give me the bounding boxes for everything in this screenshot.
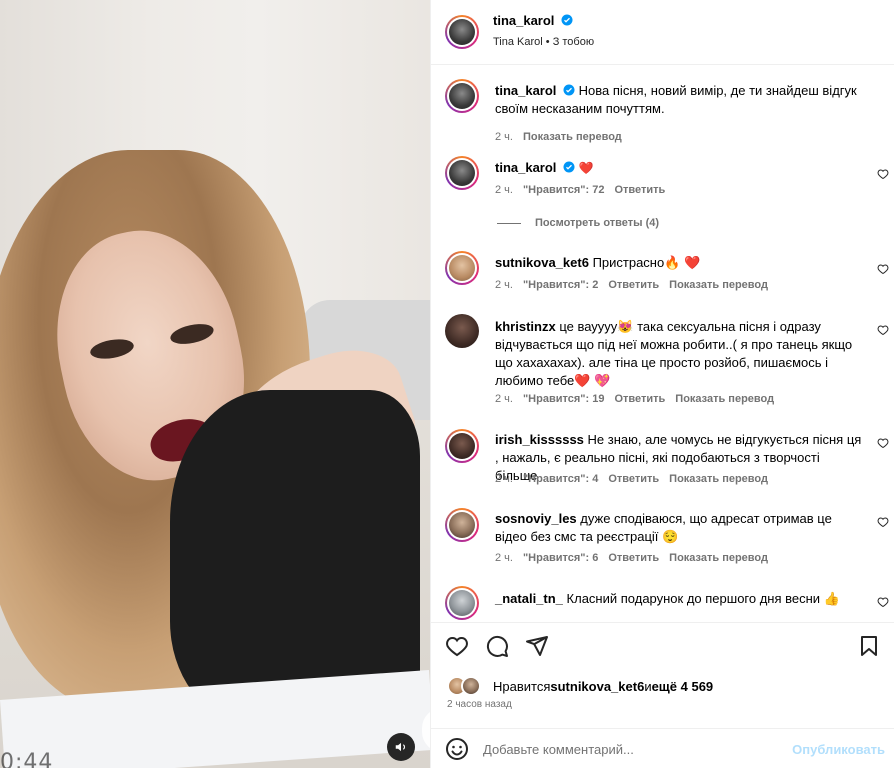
avatar[interactable] bbox=[445, 429, 479, 463]
show-translation-link[interactable]: Показать перевод bbox=[675, 393, 774, 405]
comment-text: Пристрасно🔥 ❤️ bbox=[592, 255, 701, 270]
save-bookmark-icon[interactable] bbox=[857, 634, 881, 658]
like-heart-icon[interactable] bbox=[445, 634, 469, 658]
avatar[interactable] bbox=[445, 251, 479, 285]
video-timecode: 0:44 bbox=[0, 750, 54, 768]
likers-avatars bbox=[447, 676, 487, 696]
comments-list[interactable]: tina_karol Нова пісня, новий вимір, де т… bbox=[431, 66, 894, 622]
like-comment-heart-icon[interactable] bbox=[877, 516, 889, 528]
reply-button[interactable]: Ответить bbox=[608, 279, 659, 291]
comment-time: 2 ч. bbox=[495, 473, 513, 485]
verified-badge-icon bbox=[563, 84, 575, 96]
show-translation-link[interactable]: Показать перевод bbox=[669, 552, 768, 564]
reply-button[interactable]: Ответить bbox=[608, 473, 659, 485]
avatar[interactable] bbox=[445, 586, 479, 620]
comment-likes[interactable]: "Нравится": 4 bbox=[523, 473, 598, 485]
comment-username[interactable]: sutnikova_ket6 bbox=[495, 255, 589, 270]
comment-time: 2 ч. bbox=[495, 131, 513, 143]
add-comment-bar: Опубликовать bbox=[431, 728, 894, 768]
view-replies-button[interactable]: Посмотреть ответы (4) bbox=[497, 217, 659, 229]
comment-username[interactable]: _natali_tn_ bbox=[495, 591, 563, 606]
verified-badge-icon bbox=[563, 161, 575, 173]
replies-divider bbox=[497, 222, 521, 224]
verified-badge-icon bbox=[561, 14, 573, 26]
comment-time: 2 ч. bbox=[495, 393, 513, 405]
like-comment-heart-icon[interactable] bbox=[877, 596, 889, 608]
likes-user-link[interactable]: sutnikova_ket6 bbox=[550, 679, 644, 694]
comment-text: ❤️ bbox=[578, 161, 594, 175]
likes-summary[interactable]: Нравится sutnikova_ket6 и ещё 4 569 bbox=[447, 676, 713, 696]
avatar[interactable] bbox=[445, 79, 479, 113]
author-username[interactable]: tina_karol bbox=[493, 13, 554, 28]
post-media-video[interactable]: 0:44 bbox=[0, 0, 430, 768]
sound-toggle-button[interactable] bbox=[387, 733, 415, 761]
comment-time: 2 ч. bbox=[495, 552, 513, 564]
likes-prefix: Нравится bbox=[493, 678, 551, 694]
liker-avatar bbox=[461, 676, 481, 696]
likes-middle: и bbox=[644, 678, 652, 694]
show-translation-link[interactable]: Показать перевод bbox=[523, 131, 622, 143]
show-translation-link[interactable]: Показать перевод bbox=[669, 279, 768, 291]
comment-likes[interactable]: "Нравится": 72 bbox=[523, 184, 604, 196]
volume-icon bbox=[395, 742, 406, 752]
comment-username[interactable]: irish_kissssss bbox=[495, 432, 584, 447]
reply-button[interactable]: Ответить bbox=[614, 184, 665, 196]
avatar[interactable] bbox=[445, 314, 479, 348]
comment-username[interactable]: khristinzx bbox=[495, 319, 556, 334]
author-avatar[interactable] bbox=[445, 15, 479, 49]
avatar[interactable] bbox=[445, 156, 479, 190]
like-comment-heart-icon[interactable] bbox=[877, 437, 889, 449]
comment-bubble-icon[interactable] bbox=[485, 634, 509, 658]
comment-input[interactable] bbox=[483, 738, 813, 760]
like-comment-heart-icon[interactable] bbox=[877, 168, 889, 180]
emoji-picker-icon[interactable] bbox=[445, 737, 469, 761]
post-timestamp[interactable]: 2 часов назад bbox=[447, 699, 512, 710]
like-comment-heart-icon[interactable] bbox=[877, 263, 889, 275]
reply-button[interactable]: Ответить bbox=[614, 393, 665, 405]
video-subject-clothing bbox=[170, 390, 420, 720]
comment-likes[interactable]: "Нравится": 19 bbox=[523, 393, 604, 405]
show-translation-link[interactable]: Показать перевод bbox=[669, 473, 768, 485]
comment-time: 2 ч. bbox=[495, 279, 513, 291]
publish-button[interactable]: Опубликовать bbox=[792, 742, 885, 757]
comment-likes[interactable]: "Нравится": 2 bbox=[523, 279, 598, 291]
avatar[interactable] bbox=[445, 508, 479, 542]
comment-username[interactable]: tina_karol bbox=[495, 160, 556, 175]
comment-likes[interactable]: "Нравится": 6 bbox=[523, 552, 598, 564]
audio-subtitle[interactable]: Tina Karol • З тобою bbox=[493, 36, 594, 48]
post-sidebar: tina_karol Tina Karol • З тобою tina_kar… bbox=[430, 0, 894, 768]
comment-time: 2 ч. bbox=[495, 184, 513, 196]
post-header: tina_karol Tina Karol • З тобою bbox=[431, 0, 894, 65]
share-send-icon[interactable] bbox=[525, 634, 549, 658]
comment-username[interactable]: sosnoviy_les bbox=[495, 511, 577, 526]
like-comment-heart-icon[interactable] bbox=[877, 324, 889, 336]
comment-text: Класний подарунок до першого дня весни 👍 bbox=[566, 591, 840, 606]
caption-username[interactable]: tina_karol bbox=[495, 83, 556, 98]
post-action-bar bbox=[431, 622, 894, 668]
likes-count-link[interactable]: ещё 4 569 bbox=[652, 679, 714, 694]
view-replies-label: Посмотреть ответы (4) bbox=[535, 217, 660, 229]
reply-button[interactable]: Ответить bbox=[608, 552, 659, 564]
